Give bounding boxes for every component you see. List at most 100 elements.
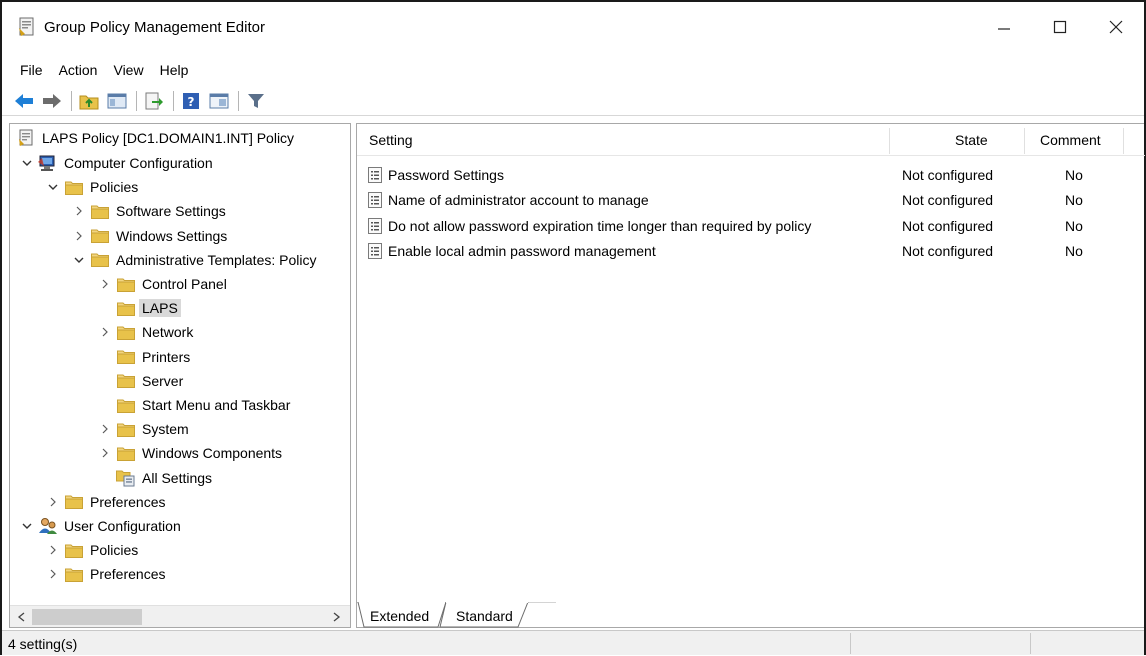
menu-action[interactable]: Action (51, 62, 106, 78)
table-row[interactable]: Password Settings Not configured No (357, 162, 1145, 187)
properties-button[interactable] (207, 89, 231, 113)
policy-setting-icon (368, 217, 388, 234)
tree-item-label: Administrative Templates: Policy (116, 251, 317, 268)
tree-item-administrative-templates-policy[interactable]: Administrative Templates: Policy (72, 248, 316, 272)
policy-setting-icon (368, 192, 388, 208)
minimize-button[interactable] (976, 2, 1032, 52)
toolbar-separator (238, 90, 239, 111)
tree-item-system[interactable]: System (98, 417, 189, 441)
horizontal-scrollbar[interactable] (10, 605, 350, 627)
expand-chevron-icon[interactable] (72, 204, 86, 218)
tree-item-user-configuration[interactable]: User Configuration (20, 514, 181, 538)
policy-setting-icon (368, 166, 388, 183)
status-text: 4 setting(s) (8, 635, 78, 652)
tree-item-label: Start Menu and Taskbar (142, 397, 291, 413)
column-header-setting[interactable]: Setting (369, 124, 413, 156)
filter-button[interactable] (244, 89, 268, 113)
show-hide-tree-icon (107, 93, 127, 108)
tree-item-label: Control Panel (142, 276, 227, 292)
forward-button[interactable] (40, 89, 64, 113)
help-button[interactable]: ? (179, 89, 203, 113)
all-settings-icon (116, 469, 136, 487)
folder-icon (64, 541, 84, 559)
column-divider[interactable] (1024, 128, 1025, 154)
maximize-button[interactable] (1032, 2, 1088, 52)
collapse-chevron-icon[interactable] (72, 253, 86, 267)
folder-icon (64, 565, 84, 583)
show-hide-tree-button[interactable] (105, 89, 129, 113)
expand-chevron-icon[interactable] (98, 422, 112, 436)
menu-view[interactable]: View (105, 62, 151, 78)
tree-item-preferences[interactable]: Preferences (46, 562, 165, 586)
column-header-state[interactable]: State (955, 124, 988, 156)
setting-cell: Password Settings (368, 162, 504, 187)
column-header-comment[interactable]: Comment (1040, 124, 1101, 156)
table-row[interactable]: Enable local admin password management No… (357, 239, 1145, 264)
tree-item-computer-configuration[interactable]: Computer Configuration (20, 151, 213, 175)
toolbar-separator (71, 90, 72, 111)
expand-chevron-icon[interactable] (98, 325, 112, 339)
tree-item-printers[interactable]: Printers (98, 345, 190, 369)
column-divider[interactable] (1123, 128, 1124, 154)
expand-chevron-icon[interactable] (46, 567, 60, 581)
tree-pane[interactable]: LAPS Policy [DC1.DOMAIN1.INT] Policy Comp… (9, 123, 351, 628)
tab-extended[interactable]: Extended (370, 602, 429, 629)
tree-item-laps[interactable]: LAPS (98, 296, 181, 320)
menu-help[interactable]: Help (152, 62, 197, 78)
expand-chevron-icon[interactable] (46, 543, 60, 557)
column-divider[interactable] (889, 128, 890, 154)
folder-icon (116, 372, 136, 390)
gpo-icon (16, 129, 36, 147)
up-one-level-button[interactable] (77, 89, 101, 113)
title-bar[interactable]: Group Policy Management Editor (2, 2, 1144, 52)
collapse-chevron-icon[interactable] (46, 180, 60, 194)
toolbar: ? (2, 86, 1144, 116)
tab-standard[interactable]: Standard (456, 602, 513, 629)
comment-cell: No (1065, 243, 1083, 259)
close-button[interactable] (1088, 2, 1144, 52)
help-icon: ? (183, 92, 199, 109)
tree-item-label: Network (142, 324, 194, 341)
setting-cell: Do not allow password expiration time lo… (368, 213, 811, 238)
collapse-chevron-icon[interactable] (20, 519, 34, 533)
folder-icon (64, 178, 84, 196)
tree-item-label: Windows Settings (116, 227, 228, 244)
tree-item-windows-components[interactable]: Windows Components (98, 441, 282, 465)
tree-item-preferences[interactable]: Preferences (46, 490, 165, 514)
tree-item-label: User Configuration (64, 518, 181, 534)
tree-item-policies[interactable]: Policies (46, 538, 138, 562)
menu-file[interactable]: File (12, 62, 51, 78)
tree-root-gpo[interactable]: LAPS Policy [DC1.DOMAIN1.INT] Policy (16, 126, 294, 150)
window-title: Group Policy Management Editor (44, 18, 265, 36)
up-folder-icon (79, 95, 99, 109)
expand-chevron-icon[interactable] (72, 229, 86, 243)
export-list-button[interactable] (142, 89, 166, 113)
expand-chevron-icon[interactable] (98, 446, 112, 460)
collapse-chevron-icon[interactable] (20, 156, 34, 170)
state-cell: Not configured (902, 217, 994, 234)
toolbar-separator (136, 90, 137, 111)
menu-bar: File Action View Help (2, 58, 196, 82)
tree-item-all-settings[interactable]: All Settings (98, 466, 212, 490)
tree-item-windows-settings[interactable]: Windows Settings (72, 224, 227, 248)
tree-item-label: Software Settings (116, 203, 226, 220)
back-button[interactable] (12, 89, 36, 113)
table-row[interactable]: Name of administrator account to manage N… (357, 188, 1145, 213)
table-row[interactable]: Do not allow password expiration time lo… (357, 213, 1145, 238)
expand-chevron-icon[interactable] (46, 495, 60, 509)
user-config-icon (38, 517, 58, 535)
scroll-right-icon[interactable] (330, 609, 344, 625)
folder-icon (116, 299, 136, 317)
tree-item-software-settings[interactable]: Software Settings (72, 199, 226, 223)
tree-item-start-menu-and-taskbar[interactable]: Start Menu and Taskbar (98, 393, 290, 417)
scrollbar-thumb[interactable] (32, 609, 142, 625)
tree-item-policies[interactable]: Policies (46, 175, 138, 199)
folder-icon (64, 493, 84, 511)
tree-item-network[interactable]: Network (98, 320, 193, 344)
tree-item-label: Windows Components (142, 445, 283, 462)
expand-chevron-icon[interactable] (98, 277, 112, 291)
scroll-left-icon[interactable] (14, 609, 28, 625)
folder-icon (90, 227, 110, 245)
tree-item-server[interactable]: Server (98, 369, 183, 393)
tree-item-control-panel[interactable]: Control Panel (98, 272, 227, 296)
